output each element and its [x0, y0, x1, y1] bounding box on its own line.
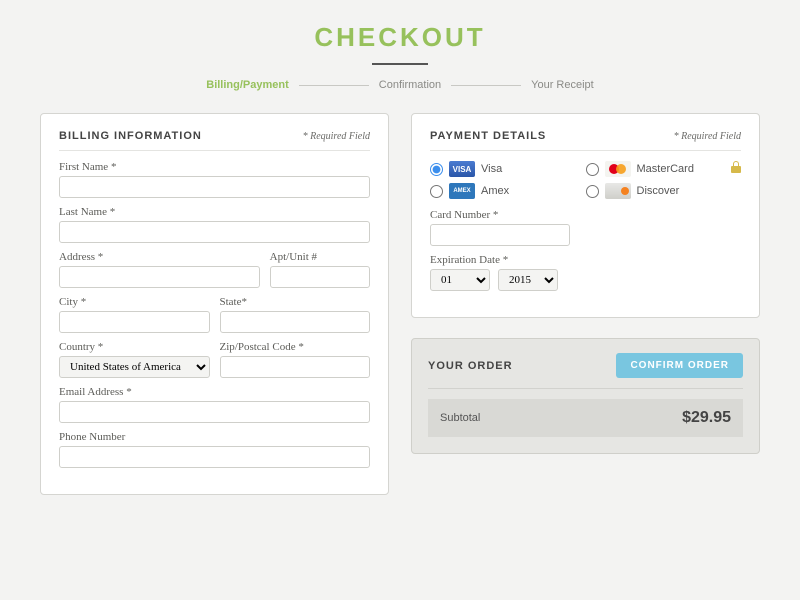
method-mastercard[interactable]: MasterCard: [586, 161, 742, 177]
subtotal-row: Subtotal $29.95: [428, 399, 743, 437]
checkout-steps: Billing/Payment Confirmation Your Receip…: [40, 79, 760, 91]
label-last-name: Last Name *: [59, 206, 370, 218]
state-input[interactable]: [220, 311, 371, 333]
address-input[interactable]: [59, 266, 260, 288]
order-heading: YOUR ORDER: [428, 360, 513, 372]
method-label: MasterCard: [637, 163, 694, 175]
label-apt: Apt/Unit #: [270, 251, 370, 263]
label-zip: Zip/Postcal Code *: [220, 341, 371, 353]
label-state: State*: [220, 296, 371, 308]
billing-heading: BILLING INFORMATION: [59, 130, 202, 142]
card-number-input[interactable]: [430, 224, 570, 246]
method-visa[interactable]: VISA Visa: [430, 161, 586, 177]
radio-amex[interactable]: [430, 185, 443, 198]
method-amex[interactable]: AMEX Amex: [430, 183, 586, 199]
label-country: Country *: [59, 341, 210, 353]
title-divider: [372, 63, 428, 65]
subtotal-label: Subtotal: [440, 412, 480, 424]
label-email: Email Address *: [59, 386, 370, 398]
email-input[interactable]: [59, 401, 370, 423]
required-note: * Required Field: [303, 131, 370, 142]
payment-heading: PAYMENT DETAILS: [430, 130, 546, 142]
method-label: Amex: [481, 185, 509, 197]
required-note: * Required Field: [674, 131, 741, 142]
exp-month-select[interactable]: 01: [430, 269, 490, 291]
step-divider: [451, 85, 521, 86]
amex-icon: AMEX: [449, 183, 475, 199]
radio-mastercard[interactable]: [586, 163, 599, 176]
zip-input[interactable]: [220, 356, 371, 378]
phone-input[interactable]: [59, 446, 370, 468]
mastercard-icon: [605, 161, 631, 177]
label-address: Address *: [59, 251, 260, 263]
method-discover[interactable]: Discover: [586, 183, 742, 199]
payment-card: PAYMENT DETAILS * Required Field VISA Vi…: [411, 113, 760, 318]
apt-input[interactable]: [270, 266, 370, 288]
confirm-order-button[interactable]: CONFIRM ORDER: [616, 353, 743, 378]
radio-discover[interactable]: [586, 185, 599, 198]
step-billing[interactable]: Billing/Payment: [202, 79, 293, 91]
discover-icon: [605, 183, 631, 199]
page-title: CHECKOUT: [40, 22, 760, 53]
method-label: Discover: [637, 185, 680, 197]
first-name-input[interactable]: [59, 176, 370, 198]
subtotal-amount: $29.95: [682, 409, 731, 427]
step-confirmation[interactable]: Confirmation: [375, 79, 445, 91]
city-input[interactable]: [59, 311, 210, 333]
step-receipt[interactable]: Your Receipt: [527, 79, 598, 91]
label-card-number: Card Number *: [430, 209, 741, 221]
exp-year-select[interactable]: 2015: [498, 269, 558, 291]
label-expiration: Expiration Date *: [430, 254, 741, 266]
visa-icon: VISA: [449, 161, 475, 177]
label-city: City *: [59, 296, 210, 308]
label-phone: Phone Number: [59, 431, 370, 443]
lock-icon: [731, 161, 741, 173]
country-select[interactable]: United States of America: [59, 356, 210, 378]
radio-visa[interactable]: [430, 163, 443, 176]
method-label: Visa: [481, 163, 502, 175]
order-card: YOUR ORDER CONFIRM ORDER Subtotal $29.95: [411, 338, 760, 454]
last-name-input[interactable]: [59, 221, 370, 243]
billing-card: BILLING INFORMATION * Required Field Fir…: [40, 113, 389, 495]
step-divider: [299, 85, 369, 86]
label-first-name: First Name *: [59, 161, 370, 173]
